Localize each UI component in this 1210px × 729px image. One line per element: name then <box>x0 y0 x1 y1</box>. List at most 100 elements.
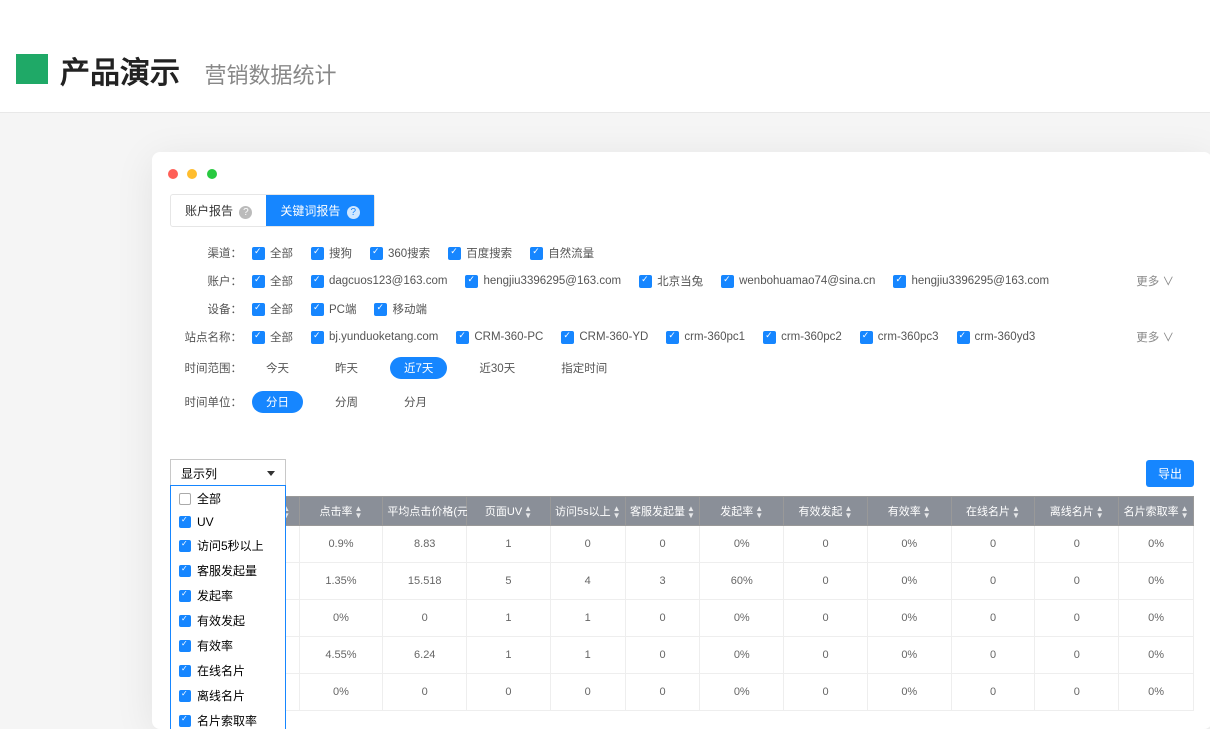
checkbox-icon <box>311 303 324 316</box>
checkbox-item[interactable]: crm-360pc2 <box>763 331 842 344</box>
more-link[interactable]: 更多 ∨ <box>1136 273 1194 289</box>
column-header[interactable]: 离线名片▲▼ <box>1035 497 1119 526</box>
table-cell: 0% <box>700 526 784 563</box>
dropdown-item[interactable]: 全部 <box>171 486 285 511</box>
table-cell: 0 <box>784 637 868 674</box>
checkbox-item[interactable]: PC端 <box>311 301 356 317</box>
range-yesterday[interactable]: 昨天 <box>321 357 372 379</box>
range-7days[interactable]: 近7天 <box>390 357 447 379</box>
checkbox-item[interactable]: 全部 <box>252 273 293 289</box>
checkbox-item[interactable]: hengjiu3396295@163.com <box>465 275 621 288</box>
tab-account-report[interactable]: 账户报告 ? <box>171 195 266 226</box>
table-cell: 1 <box>550 600 625 637</box>
dropdown-item-label: 客服发起量 <box>197 562 257 579</box>
dropdown-item[interactable]: 客服发起量 <box>171 558 285 583</box>
checkbox-item[interactable]: 全部 <box>252 329 293 345</box>
dropdown-item[interactable]: UV <box>171 511 285 533</box>
sort-icon: ▲▼ <box>687 505 695 519</box>
column-header[interactable]: 有效发起▲▼ <box>784 497 868 526</box>
unit-week[interactable]: 分周 <box>321 391 372 413</box>
table-cell: 0% <box>867 526 951 563</box>
dropdown-item[interactable]: 在线名片 <box>171 658 285 683</box>
checkbox-item[interactable]: dagcuos123@163.com <box>311 275 447 288</box>
checkbox-item[interactable]: 北京当兔 <box>639 273 703 289</box>
dropdown-button[interactable]: 显示列 <box>170 459 286 488</box>
checkbox-item[interactable]: hengjiu3396295@163.com <box>893 275 1049 288</box>
unit-month[interactable]: 分月 <box>390 391 441 413</box>
unit-day[interactable]: 分日 <box>252 391 303 413</box>
checkbox-item[interactable]: crm-360pc1 <box>666 331 745 344</box>
column-header[interactable]: 有效率▲▼ <box>867 497 951 526</box>
checkbox-icon <box>860 331 873 344</box>
help-icon[interactable]: ? <box>347 206 360 219</box>
column-header[interactable]: 名片索取率▲▼ <box>1119 497 1194 526</box>
checkbox-item[interactable]: 搜狗 <box>311 245 352 261</box>
table-cell: 0 <box>1035 674 1119 711</box>
minimize-icon[interactable] <box>187 169 197 179</box>
filter-site: 站点名称： 全部 bj.yunduoketang.com CRM-360-PC … <box>170 323 1194 351</box>
column-header[interactable]: 平均点击价格(元)▲▼ <box>383 497 467 526</box>
sort-icon: ▲▼ <box>524 505 532 519</box>
table-cell: 3 <box>625 563 700 600</box>
sort-icon: ▲▼ <box>1096 505 1104 519</box>
dropdown-item-label: 离线名片 <box>197 687 245 704</box>
checkbox-icon <box>311 275 324 288</box>
table-row: bj-云朵课堂堂0%01100%00%000% <box>171 600 1194 637</box>
range-today[interactable]: 今天 <box>252 357 303 379</box>
checkbox-item[interactable]: wenbohuamao74@sina.cn <box>721 275 875 288</box>
checkbox-item[interactable]: 360搜索 <box>370 245 430 261</box>
dropdown-item[interactable]: 离线名片 <box>171 683 285 708</box>
column-header[interactable]: 访问5s以上▲▼ <box>550 497 625 526</box>
dropdown-item[interactable]: 有效发起 <box>171 608 285 633</box>
help-icon[interactable]: ? <box>239 206 252 219</box>
checkbox-icon <box>252 247 265 260</box>
checkbox-item[interactable]: bj.yunduoketang.com <box>311 331 438 344</box>
table-cell: 1 <box>550 637 625 674</box>
checkbox-icon <box>311 331 324 344</box>
checkbox-icon <box>957 331 970 344</box>
range-30days[interactable]: 近30天 <box>465 357 529 379</box>
checkbox-item[interactable]: 移动端 <box>374 301 427 317</box>
checkbox-icon <box>456 331 469 344</box>
range-custom[interactable]: 指定时间 <box>547 357 621 379</box>
checkbox-item[interactable]: 自然流量 <box>530 245 594 261</box>
filter-label: 时间单位： <box>170 394 242 410</box>
checkbox-item[interactable]: CRM-360-YD <box>561 331 648 344</box>
table-cell: 0.9% <box>299 526 383 563</box>
dropdown-item[interactable]: 发起率 <box>171 583 285 608</box>
table-cell: 60% <box>700 563 784 600</box>
filter-label: 渠道： <box>170 245 242 261</box>
checkbox-item[interactable]: 百度搜索 <box>448 245 512 261</box>
dropdown-item[interactable]: 有效率 <box>171 633 285 658</box>
checkbox-icon <box>179 493 191 505</box>
filter-items: 全部 PC端 移动端 <box>252 301 1194 317</box>
export-button[interactable]: 导出 <box>1146 460 1194 487</box>
checkbox-item[interactable]: 全部 <box>252 245 293 261</box>
tab-keyword-report[interactable]: 关键词报告 ? <box>266 195 373 226</box>
filter-items: 全部 bj.yunduoketang.com CRM-360-PC CRM-36… <box>252 329 1136 345</box>
table-cell: 0 <box>951 637 1035 674</box>
column-header[interactable]: 在线名片▲▼ <box>951 497 1035 526</box>
sort-icon: ▲▼ <box>923 505 931 519</box>
checkbox-item[interactable]: CRM-360-PC <box>456 331 543 344</box>
table-cell: 5 <box>467 563 551 600</box>
column-header[interactable]: 发起率▲▼ <box>700 497 784 526</box>
dropdown-item[interactable]: 名片索取率 <box>171 708 285 729</box>
checkbox-icon <box>465 275 478 288</box>
maximize-icon[interactable] <box>207 169 217 179</box>
page-title: 产品演示 <box>60 48 180 92</box>
more-link[interactable]: 更多 ∨ <box>1136 329 1194 345</box>
dropdown-item-label: 全部 <box>197 490 221 507</box>
column-header[interactable]: 页面UV▲▼ <box>467 497 551 526</box>
checkbox-item[interactable]: 全部 <box>252 301 293 317</box>
checkbox-icon <box>763 331 776 344</box>
dropdown-item[interactable]: 访问5秒以上 <box>171 533 285 558</box>
close-icon[interactable] <box>168 169 178 179</box>
checkbox-icon <box>561 331 574 344</box>
column-header[interactable]: 点击率▲▼ <box>299 497 383 526</box>
table-cell: 0 <box>951 600 1035 637</box>
table-cell: 0% <box>700 674 784 711</box>
column-header[interactable]: 客服发起量▲▼ <box>625 497 700 526</box>
checkbox-item[interactable]: crm-360yd3 <box>957 331 1036 344</box>
checkbox-item[interactable]: crm-360pc3 <box>860 331 939 344</box>
